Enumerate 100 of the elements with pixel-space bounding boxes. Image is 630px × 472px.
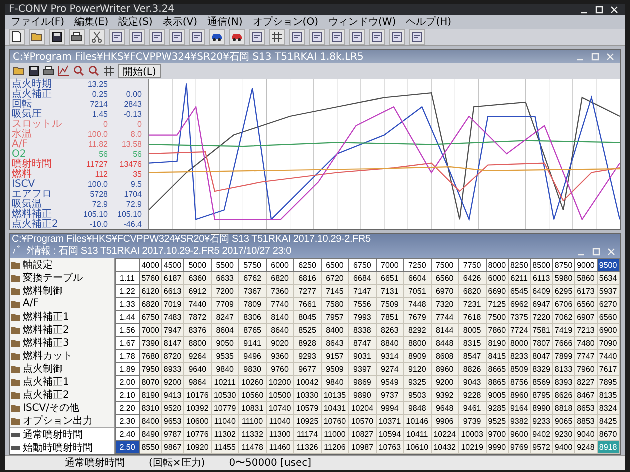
column-header[interactable]: 7250 xyxy=(404,258,432,272)
table-cell[interactable]: 8795 xyxy=(530,388,553,402)
table-cell[interactable]: 8448 xyxy=(431,336,459,350)
table-cell[interactable]: 11000 xyxy=(321,428,349,440)
table-cell[interactable]: 10135 xyxy=(321,388,349,402)
column-header[interactable]: 6500 xyxy=(321,258,349,272)
table-cell[interactable]: 9392 xyxy=(431,388,459,402)
table-cell[interactable]: 7448 xyxy=(404,298,432,310)
table-cell[interactable]: 6684 xyxy=(348,272,376,284)
table-cell[interactable]: 7375 xyxy=(508,310,530,324)
table-cell[interactable]: 6820 xyxy=(140,298,162,310)
table-cell[interactable]: 7062 xyxy=(552,310,575,324)
menu-item[interactable]: 表示(V) xyxy=(162,15,198,29)
table-cell[interactable]: 10500 xyxy=(266,388,294,402)
column-header[interactable]: 7500 xyxy=(431,258,459,272)
scissors-icon[interactable] xyxy=(89,29,105,45)
table-cell[interactable]: 8324 xyxy=(597,402,620,414)
table-cell[interactable]: 5634 xyxy=(597,272,620,284)
table-cell[interactable]: 7899 xyxy=(552,350,575,362)
row-header[interactable]: 1.44 xyxy=(116,310,140,324)
table-cell[interactable]: 6750 xyxy=(140,310,162,324)
table-cell[interactable]: 9141 xyxy=(238,336,266,350)
window-icon[interactable] xyxy=(389,29,405,45)
tree-item[interactable]: 燃料制御 xyxy=(23,284,63,298)
graph-icon[interactable] xyxy=(58,65,70,77)
table-cell[interactable]: 9164 xyxy=(508,402,530,414)
table-cell[interactable]: 9640 xyxy=(184,362,212,376)
table-cell[interactable]: 7125 xyxy=(486,298,508,310)
table-cell[interactable]: 11300 xyxy=(266,428,294,440)
table-cell[interactable]: 8547 xyxy=(458,350,486,362)
tree-item[interactable]: 点火補正1 xyxy=(23,374,70,388)
menu-item[interactable]: ウィンドウ(W) xyxy=(328,15,396,29)
table-cell[interactable]: 7390 xyxy=(140,336,162,350)
table-cell[interactable]: 5760 xyxy=(140,272,162,284)
table-cell[interactable]: 7147 xyxy=(348,284,376,298)
table-cell[interactable]: 6113 xyxy=(530,272,553,284)
table-cell[interactable]: 9228 xyxy=(458,388,486,402)
zoom-icon[interactable] xyxy=(88,65,100,77)
table-cell[interactable]: 9867 xyxy=(162,440,184,454)
table-cell[interactable]: 9760 xyxy=(266,362,294,376)
table-cell[interactable]: 9397 xyxy=(348,362,376,376)
table-cell[interactable]: 9233 xyxy=(530,414,553,428)
table-cell[interactable]: 10831 xyxy=(238,402,266,414)
table-cell[interactable]: 10330 xyxy=(294,388,322,402)
table-cell[interactable]: 7993 xyxy=(348,310,376,324)
table-cell[interactable]: 6706 xyxy=(552,298,575,310)
table-cell[interactable]: 9525 xyxy=(486,414,508,428)
table-cell[interactable]: 8400 xyxy=(321,324,349,336)
table-cell[interactable]: 6604 xyxy=(404,272,432,284)
table-cell[interactable]: 8643 xyxy=(321,336,349,350)
grid-icon[interactable] xyxy=(269,29,285,45)
row-header[interactable]: 1.67 xyxy=(116,336,140,350)
table-cell[interactable]: 6211 xyxy=(508,272,530,284)
table-cell[interactable]: 8826 xyxy=(458,362,486,376)
table-cell[interactable]: 7019 xyxy=(162,298,184,310)
table-cell[interactable]: 9043 xyxy=(458,376,486,388)
table-cell[interactable]: 8147 xyxy=(162,336,184,350)
table-cell[interactable]: 7895 xyxy=(597,376,620,388)
window-icon[interactable] xyxy=(149,29,165,45)
table-cell[interactable]: 9869 xyxy=(348,376,376,388)
table-cell[interactable]: 9848 xyxy=(404,402,432,414)
table-cell[interactable]: 10530 xyxy=(211,388,239,402)
column-header[interactable]: 8000 xyxy=(486,258,508,272)
table-cell[interactable]: 7000 xyxy=(140,324,162,336)
row-header[interactable]: 2.50 xyxy=(116,440,140,454)
tree-item[interactable]: オプション出力 xyxy=(23,414,93,428)
folder-icon[interactable] xyxy=(13,65,25,77)
table-cell[interactable]: 8045 xyxy=(294,310,322,324)
table-cell[interactable]: 6651 xyxy=(376,272,404,284)
table-cell[interactable]: 9325 xyxy=(404,376,432,388)
table-cell[interactable]: 10431 xyxy=(321,402,349,414)
row-header[interactable]: 2.20 xyxy=(116,402,140,414)
table-cell[interactable]: 11206 xyxy=(321,440,349,454)
column-header[interactable]: 9500 xyxy=(597,258,620,272)
table-cell[interactable]: 6295 xyxy=(552,284,575,298)
table-cell[interactable]: 8550 xyxy=(140,440,162,454)
table-cell[interactable]: 9413 xyxy=(162,388,184,402)
table-cell[interactable]: 6962 xyxy=(508,298,530,310)
table-cell[interactable]: 8135 xyxy=(597,388,620,402)
table-cell[interactable]: 9285 xyxy=(486,402,508,414)
table-cell[interactable]: 6947 xyxy=(530,298,553,310)
menu-item[interactable]: オプション(O) xyxy=(252,15,318,29)
table-cell[interactable]: 11040 xyxy=(266,414,294,428)
table-cell[interactable]: 7680 xyxy=(140,350,162,362)
tree-item[interactable]: ISCV/その他 xyxy=(23,400,80,414)
table-cell[interactable]: 11100 xyxy=(238,414,266,428)
table-cell[interactable]: 6633 xyxy=(211,272,239,284)
table-cell[interactable]: 9572 xyxy=(530,440,553,454)
printer-icon[interactable] xyxy=(69,29,85,45)
window-icon[interactable] xyxy=(189,29,205,45)
column-header[interactable]: 9000 xyxy=(574,258,598,272)
table-cell[interactable]: 7360 xyxy=(266,284,294,298)
table-cell[interactable]: 7957 xyxy=(321,310,349,324)
table-cell[interactable]: 9600 xyxy=(508,428,530,440)
table-cell[interactable]: 8425 xyxy=(597,414,620,428)
table-cell[interactable]: 7740 xyxy=(266,298,294,310)
table-cell[interactable]: 7709 xyxy=(211,298,239,310)
table-cell[interactable]: 8227 xyxy=(574,376,598,388)
table-cell[interactable]: 10371 xyxy=(376,414,404,428)
table-cell[interactable]: 7666 xyxy=(552,336,575,350)
